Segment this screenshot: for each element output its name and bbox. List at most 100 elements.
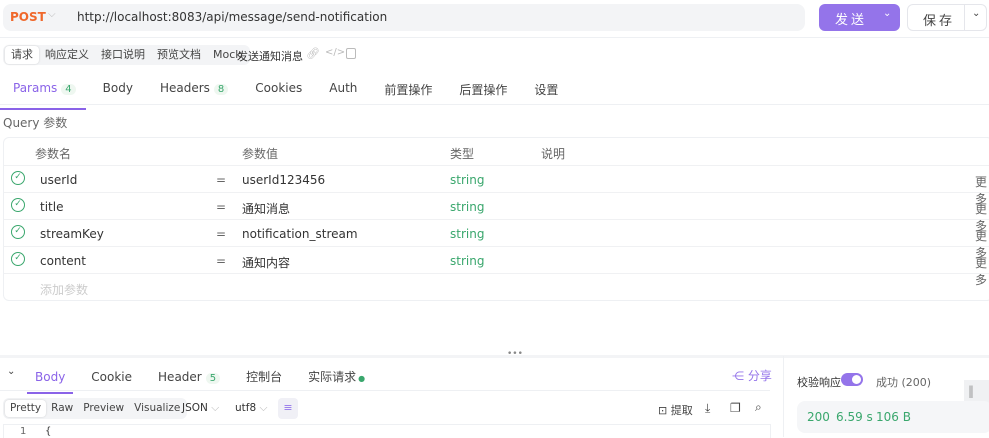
panel-icon[interactable] [346,48,356,59]
divider [0,37,989,38]
table-row: ✓ content = 通知内容 string 更多 [4,246,989,287]
param-value[interactable]: userId123456 [242,173,325,187]
add-param-row: 添加参数 [4,273,989,300]
check-circle-icon[interactable]: ✓ [11,198,25,212]
divider [0,390,770,391]
tab-auth[interactable]: Auth [329,81,357,110]
equals-sign: = [216,254,227,268]
response-stats: 200 6.59 s 106 B [797,401,989,433]
table-row: ✓ streamKey = notification_stream string… [4,219,989,260]
query-params-label: Query 参数 [3,116,68,130]
status-code: 200 [807,410,830,424]
encoding-select[interactable]: utf8 ⌵ [235,402,267,415]
tab-label: Header [158,369,202,384]
language-select[interactable]: JSON ⌵ [182,402,219,415]
api-name[interactable]: 发送通知消息 [237,48,303,64]
param-type[interactable]: string [450,173,484,187]
param-name[interactable]: content [40,254,86,268]
link-icon[interactable]: 🔗︎ [306,47,320,60]
save-label: 保存 [923,14,956,29]
col-header-type: 类型 [450,147,475,161]
validation-result: 成功 (200) [876,376,932,389]
tab-params[interactable]: Params 4 [0,81,86,110]
request-subtabs: 请求 响应定义 接口说明 预览文档 Mock [3,45,250,65]
check-circle-icon[interactable]: ✓ [11,171,25,185]
divider [0,104,989,105]
drag-handle-icon[interactable]: ‖ [968,384,974,398]
table-row: ✓ title = 通知消息 string 更多 [4,192,989,233]
subtab-preview-doc[interactable]: 预览文档 [151,46,207,64]
params-table: 参数名 参数值 类型 说明 ✓ userId = userId123456 st… [3,137,989,301]
equals-sign: = [216,200,227,214]
tab-label: Headers [159,81,210,95]
tab-cookies[interactable]: Cookies [255,81,302,110]
format-pretty[interactable]: Pretty [5,400,47,417]
response-time: 6.59 s [836,410,873,424]
divider [964,5,965,30]
collapse-chevron-icon[interactable]: ⌄ [7,366,15,377]
param-type[interactable]: string [450,254,484,268]
download-icon[interactable]: ⤓ [705,401,710,416]
drag-dots-icon[interactable]: ••• [507,349,523,359]
copy-icon[interactable]: ❐ [730,401,741,415]
share-icon: ⋲ [732,369,748,383]
tab-body[interactable]: Body [103,81,133,110]
equals-sign: = [216,173,227,187]
chevron-down-icon[interactable]: ⌄ [972,8,980,19]
param-type[interactable]: string [450,200,484,214]
tab-settings[interactable]: 设置 [534,81,558,110]
response-size: 106 B [876,410,911,424]
tab-label: 实际请求 [308,370,357,384]
validate-toggle[interactable] [841,373,863,386]
format-raw[interactable]: Raw [46,400,78,417]
param-value[interactable]: 通知内容 [242,254,290,271]
param-type[interactable]: string [450,227,484,241]
col-header-desc: 说明 [541,147,566,161]
param-value[interactable]: 通知消息 [242,200,290,217]
count-badge: 8 [213,84,229,95]
format-preview[interactable]: Preview [78,400,129,417]
check-circle-icon[interactable]: ✓ [11,225,25,239]
tab-post-ops[interactable]: 后置操作 [459,81,507,110]
wrap-lines-icon[interactable]: ≡ [278,398,298,419]
count-badge: 4 [61,84,76,95]
tab-label: Params [13,81,58,95]
extract-button[interactable]: ⊡ 提取 [658,402,693,418]
language-value: JSON [182,402,208,414]
line-number: 1 [20,426,27,437]
extract-icon: ⊡ [658,404,671,417]
count-badge: 5 [205,372,221,384]
request-tabs: Params 4 Body Headers 8 Cookies Auth 前置操作 … [0,81,585,110]
extract-label: 提取 [670,404,693,417]
col-header-name: 参数名 [35,147,72,161]
param-name[interactable]: title [40,200,63,214]
subtab-request[interactable]: 请求 [5,46,39,64]
chevron-down-icon: ⌵ [211,402,220,414]
validate-response-label: 校验响应 [797,376,841,389]
check-circle-icon[interactable]: ✓ [11,252,25,266]
add-param-input[interactable]: 添加参数 [40,281,88,298]
param-name[interactable]: streamKey [40,227,104,241]
subtab-response-def[interactable]: 响应定义 [39,46,95,64]
code-line: { [45,426,52,437]
search-icon[interactable]: ⌕ [755,400,762,415]
save-button[interactable]: 保存 ⌄ [907,4,987,31]
code-editor[interactable]: 1 { [3,424,771,438]
param-value[interactable]: notification_stream [242,227,358,241]
url-input[interactable]: http://localhost:8083/api/message/send-n… [77,10,387,24]
subtab-api-doc[interactable]: 接口说明 [95,46,151,64]
col-header-value: 参数值 [242,147,279,161]
encoding-value: utf8 [235,402,257,414]
tab-headers[interactable]: Headers 8 [159,81,229,110]
equals-sign: = [216,227,227,241]
method-select[interactable]: POST [10,10,46,24]
status-dot-icon: ● [358,374,366,383]
share-button[interactable]: ⋲ 分享 [732,367,772,384]
code-icon[interactable]: </> [325,47,345,58]
chevron-down-icon[interactable]: ⌵ [48,9,56,20]
tab-pre-ops[interactable]: 前置操作 [384,81,432,110]
format-visualize[interactable]: Visualize [129,400,185,417]
send-button[interactable]: 发送 ⌄ [819,4,900,31]
chevron-down-icon[interactable]: ⌄ [883,8,891,19]
param-name[interactable]: userId [40,173,77,187]
